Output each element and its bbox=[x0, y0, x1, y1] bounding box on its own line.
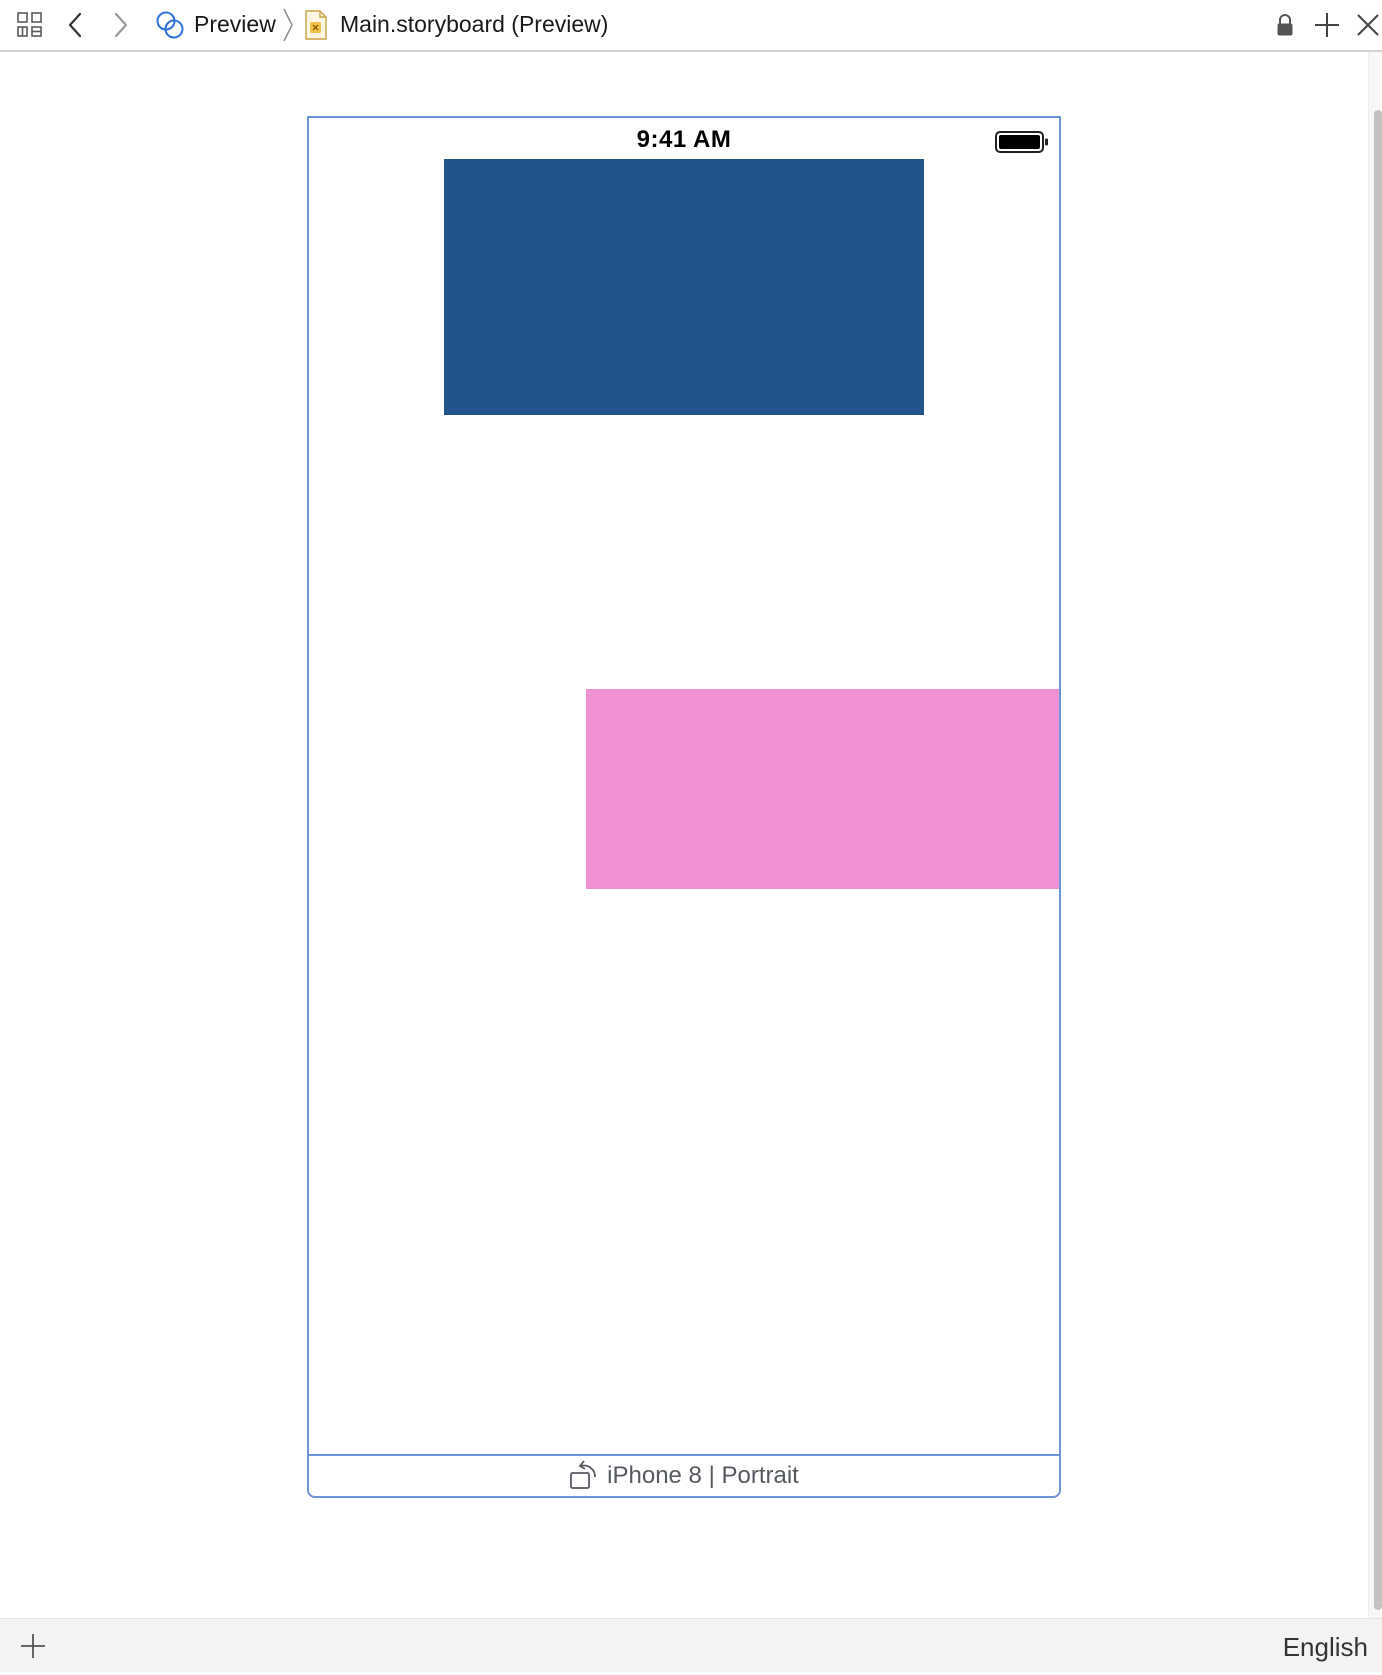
chevron-right-icon[interactable] bbox=[106, 0, 134, 50]
language-selector[interactable]: English bbox=[1283, 1619, 1368, 1673]
device-configuration-bar[interactable]: iPhone 8 | Portrait bbox=[309, 1454, 1059, 1496]
breadcrumb-preview[interactable]: Preview bbox=[194, 0, 276, 48]
grid-icon[interactable] bbox=[14, 0, 46, 50]
device-frame: 9:41 AM iPhone 8 | Portrait bbox=[307, 116, 1061, 1498]
close-icon[interactable] bbox=[1354, 0, 1382, 50]
plus-icon[interactable] bbox=[1312, 0, 1342, 50]
linked-circles-icon[interactable] bbox=[154, 0, 186, 50]
chevron-right-thin-icon bbox=[280, 0, 296, 50]
blue-view[interactable] bbox=[444, 159, 924, 415]
storyboard-file-icon bbox=[302, 0, 330, 50]
device-orientation-label[interactable]: iPhone 8 | Portrait bbox=[607, 1462, 799, 1490]
rotate-device-icon[interactable] bbox=[569, 1457, 599, 1496]
breadcrumb-file[interactable]: Main.storyboard (Preview) bbox=[340, 0, 608, 48]
plus-icon[interactable] bbox=[20, 1619, 46, 1673]
battery-icon bbox=[995, 130, 1051, 159]
pink-view[interactable] bbox=[586, 689, 1059, 889]
chevron-left-icon[interactable] bbox=[62, 0, 90, 50]
lock-icon[interactable] bbox=[1272, 0, 1298, 50]
device-screen: 9:41 AM bbox=[309, 118, 1059, 1454]
bottom-bar: English bbox=[0, 1618, 1382, 1672]
vertical-scrollbar-thumb[interactable] bbox=[1374, 110, 1382, 1610]
jump-bar: Preview Main.storyboard (Preview) bbox=[0, 0, 1382, 52]
status-bar-time: 9:41 AM bbox=[636, 126, 732, 153]
